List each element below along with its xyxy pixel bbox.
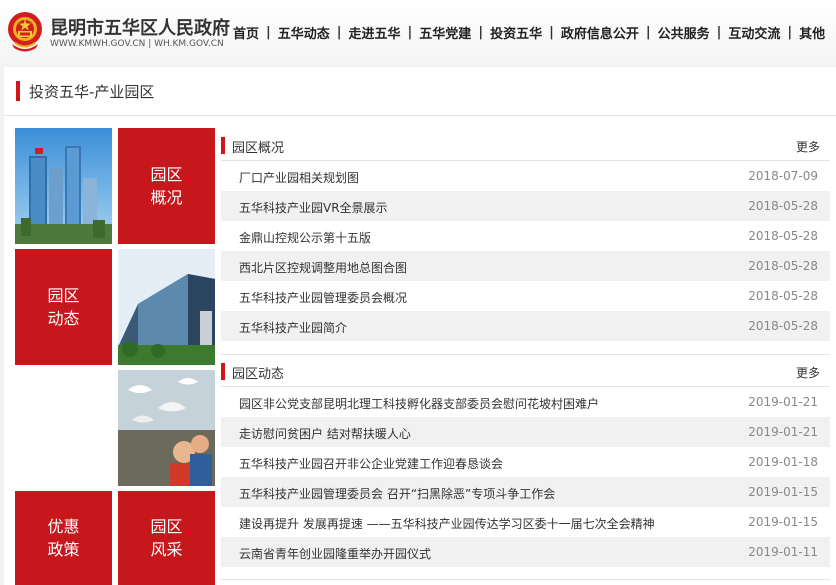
section-title: 园区动态: [232, 367, 285, 382]
nav-separator: |: [478, 25, 484, 40]
item-date: 2019-01-21: [748, 425, 818, 439]
item-date: 2018-05-28: [748, 199, 818, 213]
nav-separator: |: [266, 25, 271, 40]
main-nav: 首页 | 五华动态 | 走进五华 | 五华党建 | 投资五华 | 政府信息公开 …: [233, 23, 825, 42]
site-url: WWW.KMWH.GOV.CN | WH.KM.GOV.CN: [50, 39, 224, 49]
nav-about-wuhua[interactable]: 走进五华: [349, 23, 401, 42]
list-item[interactable]: 厂口产业园相关规划图 2018-07-09: [221, 161, 830, 191]
more-link[interactable]: 更多: [796, 364, 820, 381]
item-title[interactable]: 五华科技产业园召开非公企业党建工作迎春恳谈会: [239, 455, 503, 472]
nav-interaction[interactable]: 互动交流: [728, 23, 780, 42]
nav-separator: |: [645, 25, 651, 40]
tile-park-news[interactable]: 园区动态: [15, 249, 112, 365]
list-item[interactable]: 园区非公党支部昆明北理工科技孵化器支部委员会慰问花坡村困难户 2019-01-2…: [221, 387, 830, 417]
tile-park-style[interactable]: 园区风采: [118, 491, 215, 585]
nav-party-building[interactable]: 五华党建: [419, 23, 471, 42]
list-item[interactable]: 建设再提升 发展再提速 ——五华科技产业园传达学习区委十一届七次全会精神 201…: [221, 507, 830, 537]
nav-wuhua-news[interactable]: 五华动态: [278, 23, 330, 42]
section-park-news: 园区动态 更多 园区非公党支部昆明北理工科技孵化器支部委员会慰问花坡村困难户 2…: [221, 355, 830, 567]
item-date: 2018-05-28: [748, 259, 818, 273]
item-title[interactable]: 厂口产业园相关规划图: [239, 169, 359, 186]
item-title[interactable]: 金鼎山控规公示第十五版: [239, 229, 371, 246]
skyscraper-photo[interactable]: [15, 128, 112, 244]
nav-public-service[interactable]: 公共服务: [658, 23, 710, 42]
national-emblem-icon[interactable]: [6, 10, 44, 52]
section-title: 园区概况: [232, 141, 285, 156]
list-item[interactable]: 金鼎山控规公示第十五版 2018-05-28: [221, 221, 830, 251]
item-title[interactable]: 园区非公党支部昆明北理工科技孵化器支部委员会慰问花坡村困难户: [239, 395, 599, 412]
item-date: 2018-05-28: [748, 289, 818, 303]
list-item[interactable]: 西北片区控规调整用地总图合图 2018-05-28: [221, 251, 830, 281]
seagulls-photo[interactable]: [118, 370, 215, 486]
item-title[interactable]: 五华科技产业园VR全景展示: [239, 199, 388, 216]
nav-gov-info[interactable]: 政府信息公开: [561, 23, 639, 42]
list-item[interactable]: 五华科技产业园管理委员会概况 2018-05-28: [221, 281, 830, 311]
nav-separator: |: [407, 25, 413, 40]
item-title[interactable]: 走访慰问贫困户 结对帮扶暖人心: [239, 425, 411, 442]
item-title[interactable]: 五华科技产业园管理委员会概况: [239, 289, 407, 306]
nav-other[interactable]: 其他: [799, 23, 825, 42]
tile-park-overview[interactable]: 园区概况: [118, 128, 215, 244]
nav-separator: |: [716, 25, 722, 40]
section-accent-bar: [221, 363, 225, 380]
heading-accent-bar: [16, 81, 20, 101]
item-title[interactable]: 西北片区控规调整用地总图合图: [239, 259, 407, 276]
site-title[interactable]: 昆明市五华区人民政府: [50, 14, 230, 40]
section-park-overview: 园区概况 更多 厂口产业园相关规划图 2018-07-09 五华科技产业园VR全…: [221, 129, 830, 341]
item-date: 2019-01-15: [748, 515, 818, 529]
item-date: 2019-01-11: [748, 545, 818, 559]
list-item[interactable]: 云南省青年创业园隆重举办开园仪式 2019-01-11: [221, 537, 830, 567]
tile-preferential-policy[interactable]: 优惠政策: [15, 491, 112, 585]
item-title[interactable]: 五华科技产业园管理委员会 召开“扫黑除恶”专项斗争工作会: [239, 485, 555, 502]
list-item[interactable]: 走访慰问贫困户 结对帮扶暖人心 2019-01-21: [221, 417, 830, 447]
item-title[interactable]: 云南省青年创业园隆重举办开园仪式: [239, 545, 431, 562]
more-link[interactable]: 更多: [796, 138, 820, 155]
divider: [221, 579, 830, 580]
building-photo[interactable]: [118, 249, 215, 365]
item-date: 2019-01-21: [748, 395, 818, 409]
item-date: 2018-05-28: [748, 229, 818, 243]
nav-separator: |: [336, 25, 342, 40]
item-date: 2018-07-09: [748, 169, 818, 183]
tile-label: 园区动态: [47, 286, 80, 328]
nav-invest[interactable]: 投资五华: [490, 23, 542, 42]
item-title[interactable]: 五华科技产业园简介: [239, 319, 347, 336]
nav-separator: |: [549, 25, 554, 40]
page-heading: 投资五华-产业园区: [16, 81, 154, 101]
tile-label: 园区概况: [150, 165, 183, 207]
item-date: 2019-01-15: [748, 485, 818, 499]
section-header: 园区动态 更多: [221, 355, 830, 387]
item-title[interactable]: 建设再提升 发展再提速 ——五华科技产业园传达学习区委十一届七次全会精神: [239, 515, 655, 532]
item-date: 2019-01-18: [748, 455, 818, 469]
list-item[interactable]: 五华科技产业园简介 2018-05-28: [221, 311, 830, 341]
tile-label: 优惠政策: [47, 517, 80, 559]
nav-home[interactable]: 首页: [233, 23, 259, 42]
site-header: 昆明市五华区人民政府 WWW.KMWH.GOV.CN | WH.KM.GOV.C…: [0, 0, 836, 64]
list-item[interactable]: 五华科技产业园召开非公企业党建工作迎春恳谈会 2019-01-18: [221, 447, 830, 477]
section-accent-bar: [221, 137, 225, 154]
nav-separator: |: [787, 25, 793, 40]
item-date: 2018-05-28: [748, 319, 818, 333]
divider: [4, 115, 836, 116]
tile-label: 园区风采: [150, 517, 183, 559]
list-item[interactable]: 五华科技产业园管理委员会 召开“扫黑除恶”专项斗争工作会 2019-01-15: [221, 477, 830, 507]
page-title: 投资五华-产业园区: [29, 82, 155, 101]
section-header: 园区概况 更多: [221, 129, 830, 161]
list-item[interactable]: 五华科技产业园VR全景展示 2018-05-28: [221, 191, 830, 221]
